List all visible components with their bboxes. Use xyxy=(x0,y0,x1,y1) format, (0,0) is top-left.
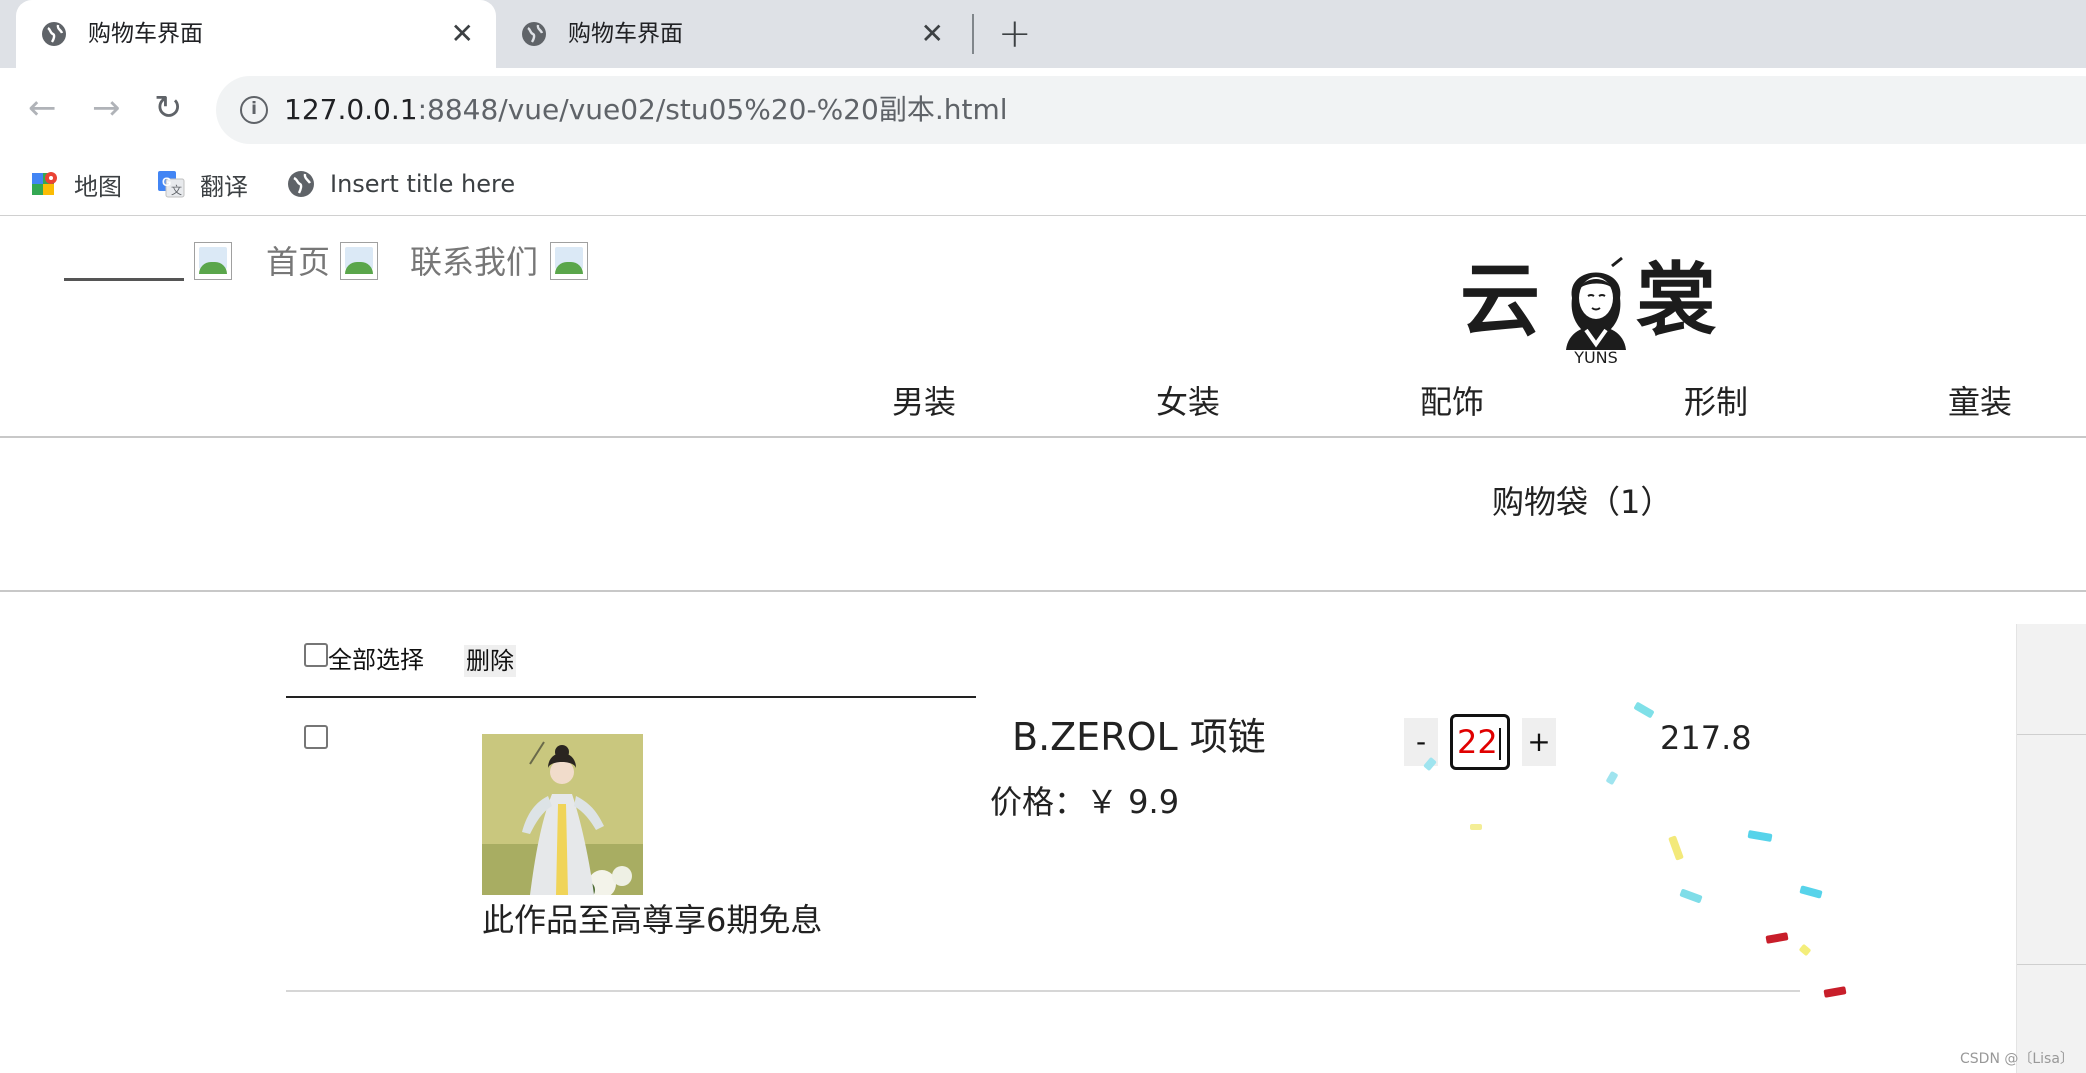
confetti-piece xyxy=(1798,943,1812,957)
reload-icon[interactable]: ↻ xyxy=(154,88,183,128)
category-men[interactable]: 男装 xyxy=(892,380,956,424)
bookmark-maps[interactable]: 地图 xyxy=(30,166,122,202)
confetti-piece xyxy=(1747,829,1773,843)
item-subtotal: 217.8 xyxy=(1660,719,1752,757)
svg-text:文: 文 xyxy=(171,183,182,197)
info-icon[interactable]: i xyxy=(240,96,268,124)
select-all-checkbox[interactable] xyxy=(304,643,328,667)
shopping-bag-title: 购物袋（1） xyxy=(1492,483,1673,521)
logo-girl-icon xyxy=(1566,256,1626,350)
text-caret xyxy=(1498,728,1501,760)
page-scrollbar[interactable] xyxy=(2016,624,2086,1073)
confetti-piece xyxy=(1765,932,1789,944)
scrollbar-line xyxy=(2017,964,2086,965)
tab-separator xyxy=(972,14,974,54)
nav-link-home[interactable]: 首页 xyxy=(266,240,330,284)
tab-active[interactable]: 购物车界面 ✕ xyxy=(16,0,496,68)
header-divider xyxy=(0,436,2086,438)
item-checkbox[interactable] xyxy=(304,725,328,749)
delete-button[interactable]: 删除 xyxy=(464,645,516,677)
logo-subtitle: YUNS xyxy=(1574,348,1618,367)
scrollbar-line xyxy=(2017,734,2086,735)
logo-char-right: 裳 xyxy=(1636,253,1716,347)
confetti-piece xyxy=(1823,986,1847,998)
url-host: 127.0.0.1 xyxy=(284,93,418,126)
item-divider xyxy=(286,990,1800,992)
confetti-piece xyxy=(1679,888,1703,904)
forward-arrow-icon[interactable]: → xyxy=(92,88,121,128)
url-path: :8848/vue/vue02/stu05%20-%20副本.html xyxy=(417,93,1008,126)
confetti-piece xyxy=(1633,701,1655,719)
confetti-piece xyxy=(1799,885,1823,899)
tab-title: 购物车界面 xyxy=(88,21,203,47)
broken-image-icon xyxy=(550,242,588,280)
search-underline[interactable] xyxy=(64,278,184,281)
bookmark-translate[interactable]: G 文 翻译 xyxy=(156,166,248,202)
brand-logo[interactable]: 云 裳 YUNS xyxy=(1460,250,1716,368)
new-tab-icon[interactable]: + xyxy=(998,12,1032,56)
product-image[interactable] xyxy=(482,734,643,895)
logo-char-left: 云 xyxy=(1460,253,1540,347)
confetti-piece xyxy=(1470,824,1482,830)
close-tab-icon[interactable]: ✕ xyxy=(921,18,944,50)
category-styles[interactable]: 形制 xyxy=(1684,380,1748,424)
address-bar[interactable]: i 127.0.0.1:8848/vue/vue02/stu05%20-%20副… xyxy=(216,76,2086,144)
promo-text: 此作品至高尊享6期免息 xyxy=(482,901,823,939)
section-divider xyxy=(0,590,2086,592)
bookmark-label: 翻译 xyxy=(200,172,248,201)
tab-title: 购物车界面 xyxy=(568,21,683,47)
globe-icon xyxy=(42,22,66,46)
bookmark-label: Insert title here xyxy=(330,170,516,198)
confetti-piece xyxy=(1668,835,1684,861)
select-all-label[interactable]: 全部选择 xyxy=(328,640,424,680)
globe-icon xyxy=(522,22,546,46)
product-name[interactable]: B.ZEROL 项链 xyxy=(1012,712,1266,762)
translate-icon: G 文 xyxy=(158,171,185,198)
confetti-piece xyxy=(1605,770,1619,786)
nav-link-contact[interactable]: 联系我们 xyxy=(410,240,538,284)
url-text[interactable]: 127.0.0.1:8848/vue/vue02/stu05%20-%20副本.… xyxy=(284,93,1008,127)
globe-icon xyxy=(288,171,314,197)
tab-inactive[interactable]: 购物车界面 ✕ xyxy=(496,0,966,68)
quantity-input[interactable]: 22 xyxy=(1450,714,1510,770)
bookmark-insert-title[interactable]: Insert title here xyxy=(286,166,515,202)
close-tab-icon[interactable]: ✕ xyxy=(451,18,474,50)
broken-image-icon xyxy=(340,242,378,280)
category-kids[interactable]: 童装 xyxy=(1948,380,2012,424)
category-women[interactable]: 女装 xyxy=(1156,380,1220,424)
maps-icon xyxy=(32,172,57,195)
bookmark-label: 地图 xyxy=(74,172,122,201)
product-price: 价格：￥ 9.9 xyxy=(990,783,1180,821)
broken-image-icon xyxy=(194,242,232,280)
back-arrow-icon[interactable]: ← xyxy=(28,88,57,128)
svg-text:G: G xyxy=(162,175,171,189)
increment-button[interactable]: + xyxy=(1522,718,1556,766)
watermark: CSDN @〔Lisa〕 xyxy=(1960,1051,2074,1067)
quantity-value: 22 xyxy=(1457,723,1498,761)
category-accessories[interactable]: 配饰 xyxy=(1420,380,1484,424)
